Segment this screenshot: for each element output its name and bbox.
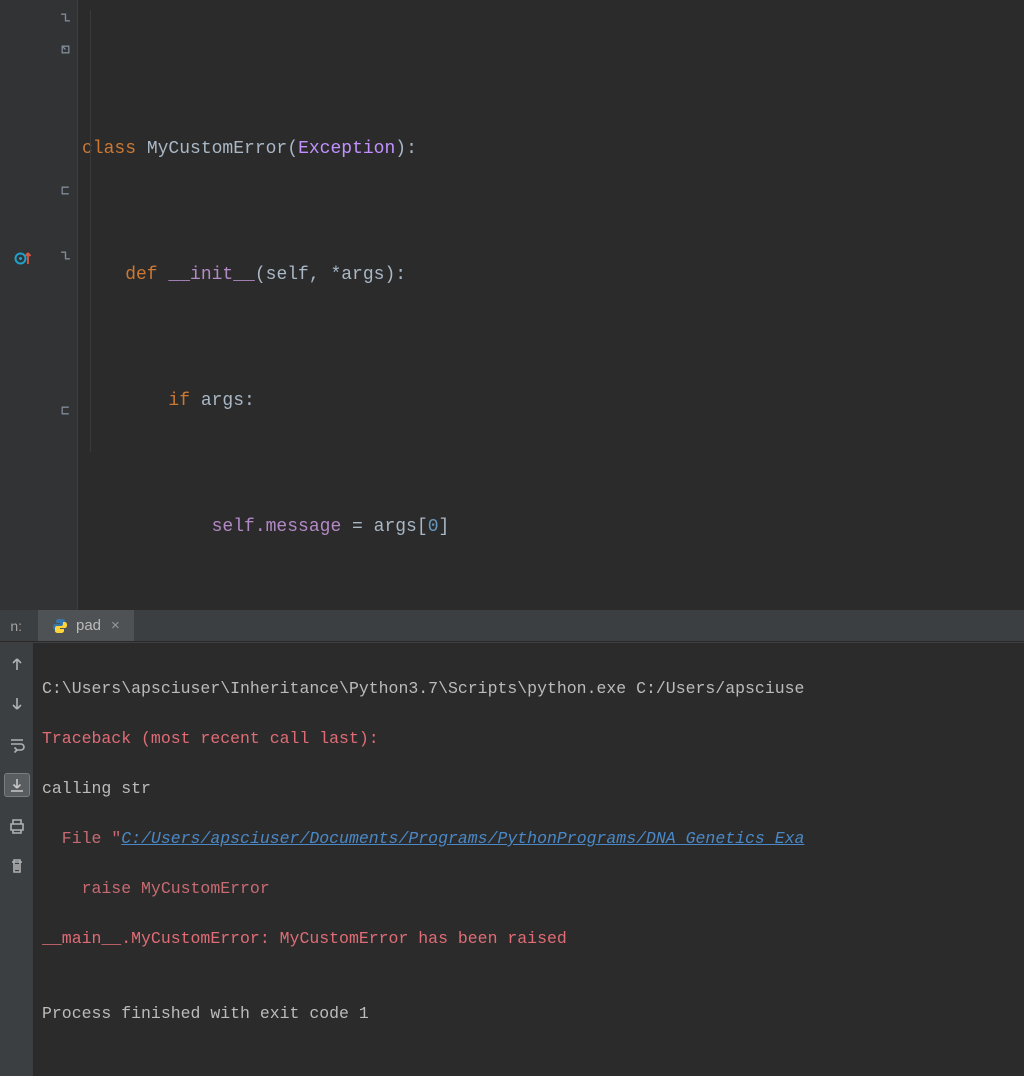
console-line: Traceback (most recent call last): — [42, 726, 1024, 751]
keyword-def: def — [82, 265, 168, 285]
console-line: raise MyCustomError — [42, 876, 1024, 901]
superclass: Exception — [298, 139, 395, 159]
code-line[interactable]: def __init__(self, *args): — [82, 260, 1024, 292]
code-line[interactable]: if args: — [82, 386, 1024, 418]
python-file-icon — [52, 618, 68, 634]
run-tab[interactable]: pad × — [38, 610, 134, 641]
console-process-finished: Process finished with exit code 1 — [42, 1004, 369, 1023]
console-file-link[interactable]: C:/Users/apsciuser/Documents/Programs/Py… — [121, 829, 804, 848]
console-line: __main__.MyCustomError: MyCustomError ha… — [42, 926, 1024, 951]
params: (self, *args): — [255, 265, 406, 285]
punct: = — [352, 517, 374, 537]
console-exe-path: C:\Users\apsciuser\Inheritance\Python3.7… — [42, 679, 804, 698]
console-line: calling str — [42, 776, 1024, 801]
punct: ] — [439, 517, 450, 537]
identifier: args — [374, 517, 417, 537]
keyword-if: if — [82, 391, 201, 411]
delete-button[interactable] — [6, 855, 28, 877]
code-editor[interactable]: class MyCustomError(Exception): def __in… — [0, 0, 1024, 610]
fold-marker-str[interactable] — [60, 250, 72, 262]
run-side-toolbar — [0, 643, 34, 1076]
scroll-down-button[interactable] — [6, 693, 28, 715]
method-name: __init__ — [168, 265, 254, 285]
scroll-up-button[interactable] — [6, 653, 28, 675]
method-override-icon[interactable] — [14, 249, 32, 272]
punct: ): — [395, 139, 417, 159]
close-tab-icon[interactable]: × — [111, 617, 120, 634]
editor-gutter — [0, 0, 78, 610]
console-line: C:\Users\apsciuser\Inheritance\Python3.7… — [42, 676, 1024, 701]
console-line: File "C:/Users/apsciuser/Documents/Progr… — [42, 826, 1024, 851]
fold-marker-class-open[interactable] — [60, 12, 72, 24]
self: self — [82, 517, 255, 537]
scroll-to-end-button[interactable] — [4, 773, 30, 797]
console-traceback-header: Traceback (most recent call last): — [42, 729, 379, 748]
console-output[interactable]: C:\Users\apsciuser\Inheritance\Python3.7… — [34, 643, 1024, 1076]
run-panel-header: n: pad × — [0, 610, 1024, 642]
class-name: MyCustomError — [147, 139, 287, 159]
run-panel-container: n: pad × — [0, 610, 1024, 1076]
print-button[interactable] — [6, 815, 28, 837]
code-content[interactable]: class MyCustomError(Exception): def __in… — [78, 0, 1024, 610]
console-error-line: __main__.MyCustomError: MyCustomError ha… — [42, 929, 567, 948]
console-raise-line: raise MyCustomError — [42, 879, 270, 898]
punct: ( — [287, 139, 298, 159]
code-line[interactable]: class MyCustomError(Exception): — [82, 134, 1024, 166]
soft-wrap-button[interactable] — [6, 733, 28, 755]
console-stdout: calling str — [42, 779, 151, 798]
fold-marker-init[interactable] — [60, 44, 72, 56]
punct: : — [244, 391, 255, 411]
number: 0 — [428, 517, 439, 537]
identifier: args — [201, 391, 244, 411]
keyword-class: class — [82, 139, 147, 159]
code-line[interactable]: self.message = args[0] — [82, 512, 1024, 544]
run-panel: C:\Users\apsciuser\Inheritance\Python3.7… — [0, 642, 1024, 1076]
fold-marker-str-end[interactable] — [60, 405, 72, 417]
attr: .message — [255, 517, 352, 537]
console-line: Process finished with exit code 1 — [42, 1001, 1024, 1026]
run-tool-window-label: n: — [0, 618, 24, 634]
console-file-label: File — [42, 829, 111, 848]
punct: [ — [417, 517, 428, 537]
run-tab-label: pad — [76, 617, 101, 634]
fold-marker-init-end[interactable] — [60, 185, 72, 197]
